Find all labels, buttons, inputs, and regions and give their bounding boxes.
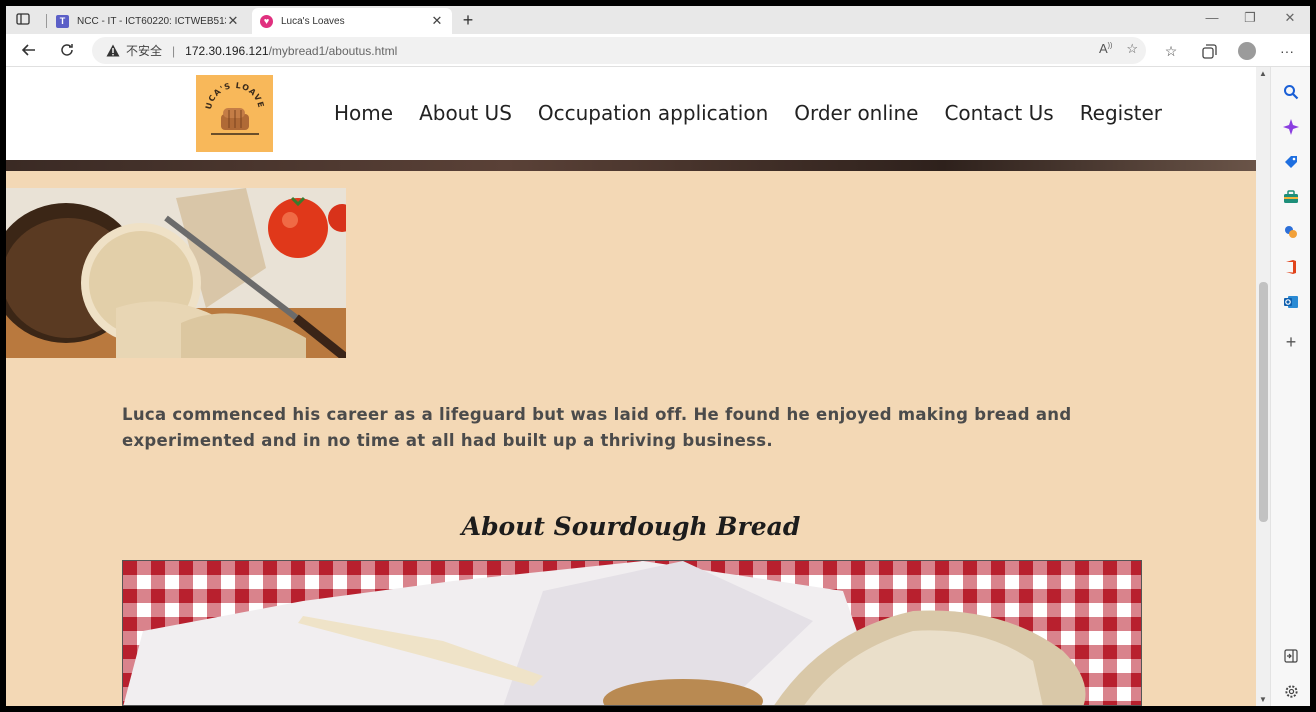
address-toolbar: 不安全 | 172.30.196.121 /mybread1/aboutus.h… [6, 34, 1310, 67]
hero-image-strip [6, 160, 1256, 171]
close-icon[interactable]: ✕ [430, 13, 444, 29]
collections-icon[interactable] [1198, 40, 1220, 62]
refresh-icon[interactable] [56, 39, 78, 61]
close-icon[interactable]: ✕ [226, 13, 240, 29]
nav-about-us[interactable]: About US [419, 101, 512, 125]
tab-label: Luca's Loaves [281, 15, 345, 27]
games-icon[interactable] [1282, 223, 1300, 241]
title-bar: T NCC - IT - ICT60220: ICTWEB513 ✕ ♥ Luc… [6, 6, 1310, 34]
url-path: /mybread1/aboutus.html [268, 43, 398, 58]
search-icon[interactable] [1282, 83, 1300, 101]
main-nav: Home About US Occupation application Ord… [334, 101, 1162, 125]
section-heading: About Sourdough Bread [461, 512, 801, 541]
tab-lucas-loaves[interactable]: ♥ Luca's Loaves ✕ [252, 8, 452, 34]
address-bar[interactable]: 不安全 | 172.30.196.121 /mybread1/aboutus.h… [92, 37, 1146, 64]
site-logo[interactable]: LUCA'S LOAVES [196, 75, 273, 152]
hide-sidebar-icon[interactable] [1282, 647, 1300, 665]
tools-briefcase-icon[interactable] [1282, 188, 1300, 206]
copilot-sparkle-icon[interactable] [1282, 118, 1300, 136]
site-favicon-icon: ♥ [260, 14, 273, 28]
warning-icon [106, 44, 120, 58]
nav-register[interactable]: Register [1080, 101, 1162, 125]
office-icon[interactable] [1282, 258, 1300, 276]
site-header: LUCA'S LOAVES Home About US Occupation a… [6, 67, 1256, 160]
outlook-icon[interactable] [1282, 293, 1300, 311]
add-sidebar-app-icon[interactable]: + [1282, 332, 1300, 352]
read-aloud-icon[interactable]: A)) [1099, 41, 1112, 57]
tab-label: NCC - IT - ICT60220: ICTWEB513 [77, 15, 226, 27]
edge-sidebar: + [1270, 67, 1310, 706]
shopping-tag-icon[interactable] [1282, 153, 1300, 171]
teams-icon: T [56, 14, 69, 28]
nav-home[interactable]: Home [334, 101, 393, 125]
sourdough-loaf-image [6, 188, 346, 358]
url-host: 172.30.196.121 [185, 43, 269, 58]
address-divider: | [172, 43, 176, 58]
window-close-icon[interactable]: ✕ [1280, 10, 1300, 26]
nav-occupation-application[interactable]: Occupation application [538, 101, 768, 125]
minimize-icon[interactable]: — [1202, 10, 1222, 25]
svg-text:LUCA'S LOAVES: LUCA'S LOAVES [199, 78, 266, 110]
scroll-thumb[interactable] [1259, 282, 1268, 522]
about-intro-text: Luca commenced his career as a lifeguard… [122, 405, 1072, 450]
insecure-label: 不安全 [126, 44, 163, 58]
tab-separator [46, 14, 47, 28]
page-viewport: LUCA'S LOAVES Home About US Occupation a… [6, 67, 1256, 706]
tab-actions-icon[interactable] [16, 12, 32, 28]
tab-ncc[interactable]: T NCC - IT - ICT60220: ICTWEB513 ✕ [48, 8, 248, 34]
scroll-down-icon[interactable]: ▼ [1256, 695, 1270, 704]
profile-avatar[interactable] [1236, 40, 1258, 62]
add-favorite-icon[interactable]: ☆ [1126, 41, 1138, 57]
more-options-icon[interactable]: ··· [1276, 40, 1298, 62]
new-tab-button[interactable]: + [458, 10, 478, 31]
settings-gear-icon[interactable] [1282, 682, 1300, 700]
favorites-icon[interactable]: ☆ [1160, 40, 1182, 62]
nav-contact-us[interactable]: Contact Us [944, 101, 1053, 125]
page-scrollbar[interactable]: ▲ ▼ [1256, 67, 1270, 706]
sourdough-picnic-image [122, 560, 1142, 706]
browser-window: T NCC - IT - ICT60220: ICTWEB513 ✕ ♥ Luc… [6, 6, 1310, 706]
scroll-up-icon[interactable]: ▲ [1256, 69, 1270, 78]
nav-order-online[interactable]: Order online [794, 101, 918, 125]
restore-icon[interactable]: ❐ [1240, 10, 1260, 26]
back-icon[interactable] [18, 39, 40, 61]
omnibox-icons: A)) ☆ [1099, 41, 1138, 57]
